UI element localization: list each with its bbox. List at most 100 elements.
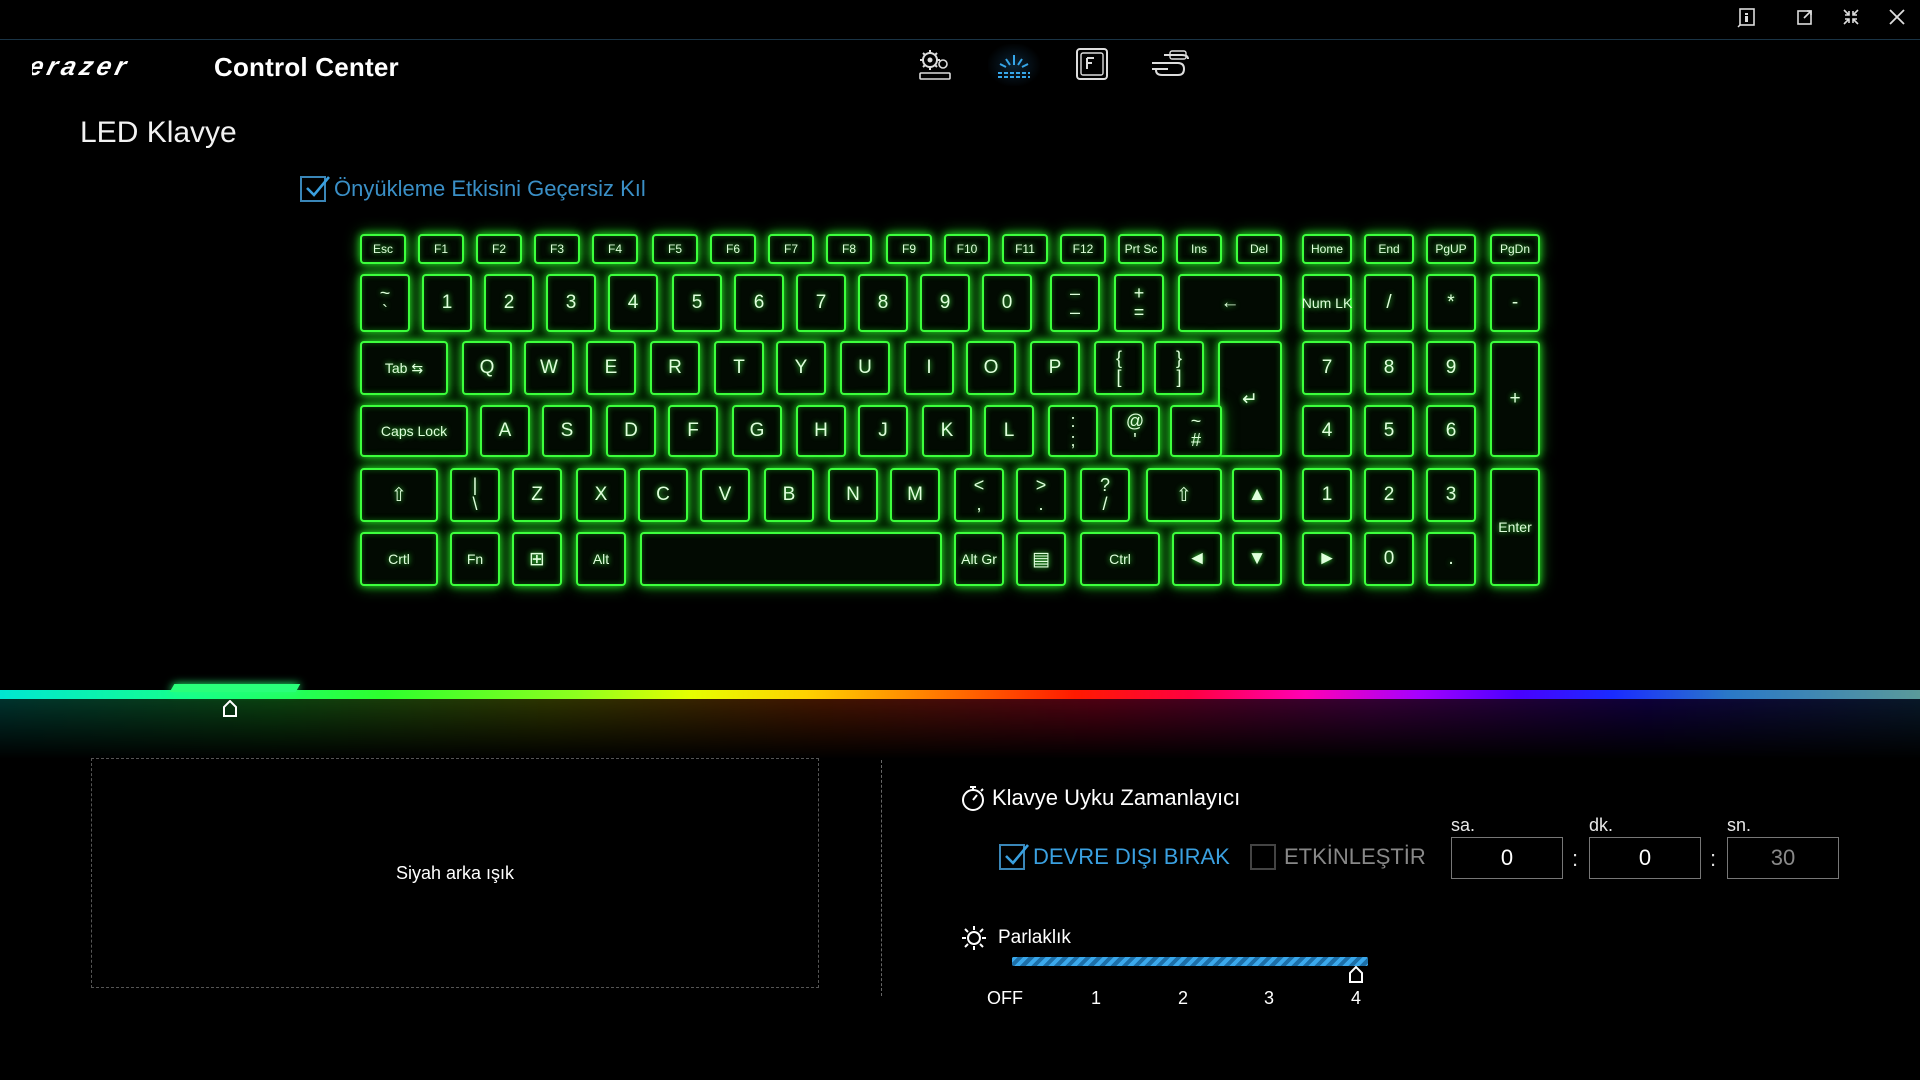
override-boot-effect-checkbox[interactable] xyxy=(300,176,330,202)
key-[interactable]: ◄ xyxy=(1172,532,1222,586)
key-f8[interactable]: F8 xyxy=(826,234,872,264)
key-w[interactable]: W xyxy=(524,341,574,395)
key-6[interactable]: 6 xyxy=(1426,405,1476,457)
key-5[interactable]: 5 xyxy=(1364,405,1414,457)
key-f9[interactable]: F9 xyxy=(886,234,932,264)
key-g[interactable]: G xyxy=(732,405,782,457)
key-alt-gr[interactable]: Alt Gr xyxy=(954,532,1004,586)
key-k[interactable]: K xyxy=(922,405,972,457)
info-icon[interactable] xyxy=(1730,4,1764,30)
key-s[interactable]: S xyxy=(542,405,592,457)
key-[interactable]: ▼ xyxy=(1232,532,1282,586)
key-[interactable]: ⇧ xyxy=(1146,468,1222,522)
key-[interactable]: @ ' xyxy=(1110,405,1160,457)
key-[interactable]: ? / xyxy=(1080,468,1130,522)
key-1[interactable]: 1 xyxy=(422,274,472,332)
key-f7[interactable]: F7 xyxy=(768,234,814,264)
key-[interactable]: ~ ` xyxy=(360,274,410,332)
key-f6[interactable]: F6 xyxy=(710,234,756,264)
key-e[interactable]: E xyxy=(586,341,636,395)
key-o[interactable]: O xyxy=(966,341,1016,395)
key-[interactable]: ↵ xyxy=(1218,341,1282,457)
key-f[interactable]: F xyxy=(668,405,718,457)
key-[interactable]: . xyxy=(1426,532,1476,586)
key-h[interactable]: H xyxy=(796,405,846,457)
key-u[interactable]: U xyxy=(840,341,890,395)
sleep-disable-checkbox[interactable] xyxy=(999,844,1029,870)
key-pgup[interactable]: PgUP xyxy=(1426,234,1476,264)
key-[interactable]: :; xyxy=(1048,405,1098,457)
key-l[interactable]: L xyxy=(984,405,1034,457)
sleep-enable-option[interactable]: ETKİNLEŞTİR xyxy=(1250,844,1426,870)
key-f2[interactable]: F2 xyxy=(476,234,522,264)
key-ins[interactable]: Ins xyxy=(1176,234,1222,264)
key-8[interactable]: 8 xyxy=(1364,341,1414,395)
key-[interactable]: ▤ xyxy=(1016,532,1066,586)
sleep-disable-option[interactable]: DEVRE DIŞI BIRAK xyxy=(999,844,1230,870)
key-0[interactable]: 0 xyxy=(982,274,1032,332)
key-d[interactable]: D xyxy=(606,405,656,457)
key-[interactable]: >. xyxy=(1016,468,1066,522)
key-[interactable]: | \ xyxy=(450,468,500,522)
key-f1[interactable]: F1 xyxy=(418,234,464,264)
key-caps-lock[interactable]: Caps Lock xyxy=(360,405,468,457)
key-fn[interactable]: Fn xyxy=(450,532,500,586)
sleep-enable-checkbox[interactable] xyxy=(1250,844,1276,870)
key-enter[interactable]: Enter xyxy=(1490,468,1540,586)
spectrum-handle[interactable] xyxy=(222,699,238,723)
key-[interactable]: <, xyxy=(954,468,1004,522)
key-z[interactable]: Z xyxy=(512,468,562,522)
key-[interactable]: ⇧ xyxy=(360,468,438,522)
key-f5[interactable]: F5 xyxy=(652,234,698,264)
key-[interactable]: – – xyxy=(1050,274,1100,332)
key-x[interactable]: X xyxy=(576,468,626,522)
tab-led-keyboard[interactable] xyxy=(988,44,1040,86)
key-2[interactable]: 2 xyxy=(484,274,534,332)
key-r[interactable]: R xyxy=(650,341,700,395)
key-[interactable]: {[ xyxy=(1094,341,1144,395)
close-icon[interactable] xyxy=(1880,4,1914,30)
key-[interactable]: * xyxy=(1426,274,1476,332)
key-n[interactable]: N xyxy=(828,468,878,522)
key-[interactable]: ~ # xyxy=(1170,405,1222,457)
minimize-icon[interactable] xyxy=(1834,4,1868,30)
key-3[interactable]: 3 xyxy=(1426,468,1476,522)
key-ctrl[interactable]: Ctrl xyxy=(1080,532,1160,586)
key-p[interactable]: P xyxy=(1030,341,1080,395)
brightness-slider-handle[interactable] xyxy=(1348,965,1364,989)
key-space[interactable] xyxy=(640,532,942,586)
key-6[interactable]: 6 xyxy=(734,274,784,332)
key-home[interactable]: Home xyxy=(1302,234,1352,264)
key-0[interactable]: 0 xyxy=(1364,532,1414,586)
key-del[interactable]: Del xyxy=(1236,234,1282,264)
key-2[interactable]: 2 xyxy=(1364,468,1414,522)
key-pgdn[interactable]: PgDn xyxy=(1490,234,1540,264)
key-[interactable]: / xyxy=(1364,274,1414,332)
key-j[interactable]: J xyxy=(858,405,908,457)
hours-input[interactable] xyxy=(1451,837,1563,879)
key-f4[interactable]: F4 xyxy=(592,234,638,264)
key-prt-sc[interactable]: Prt Sc xyxy=(1118,234,1164,264)
tab-function-keys[interactable] xyxy=(1066,44,1118,86)
key-[interactable]: - xyxy=(1490,274,1540,332)
key-4[interactable]: 4 xyxy=(608,274,658,332)
key-7[interactable]: 7 xyxy=(1302,341,1352,395)
key-[interactable]: ▲ xyxy=(1232,468,1282,522)
key-[interactable]: ← xyxy=(1178,274,1282,332)
restore-icon[interactable] xyxy=(1788,4,1822,30)
key-crtl[interactable]: Crtl xyxy=(360,532,438,586)
key-i[interactable]: I xyxy=(904,341,954,395)
minutes-input[interactable] xyxy=(1589,837,1701,879)
key-1[interactable]: 1 xyxy=(1302,468,1352,522)
key-9[interactable]: 9 xyxy=(920,274,970,332)
key-end[interactable]: End xyxy=(1364,234,1414,264)
key-4[interactable]: 4 xyxy=(1302,405,1352,457)
key-f3[interactable]: F3 xyxy=(534,234,580,264)
tab-system-settings[interactable] xyxy=(910,44,962,86)
key-a[interactable]: A xyxy=(480,405,530,457)
key-9[interactable]: 9 xyxy=(1426,341,1476,395)
key-3[interactable]: 3 xyxy=(546,274,596,332)
brightness-slider-track[interactable] xyxy=(1012,957,1368,966)
key-5[interactable]: 5 xyxy=(672,274,722,332)
key-esc[interactable]: Esc xyxy=(360,234,406,264)
